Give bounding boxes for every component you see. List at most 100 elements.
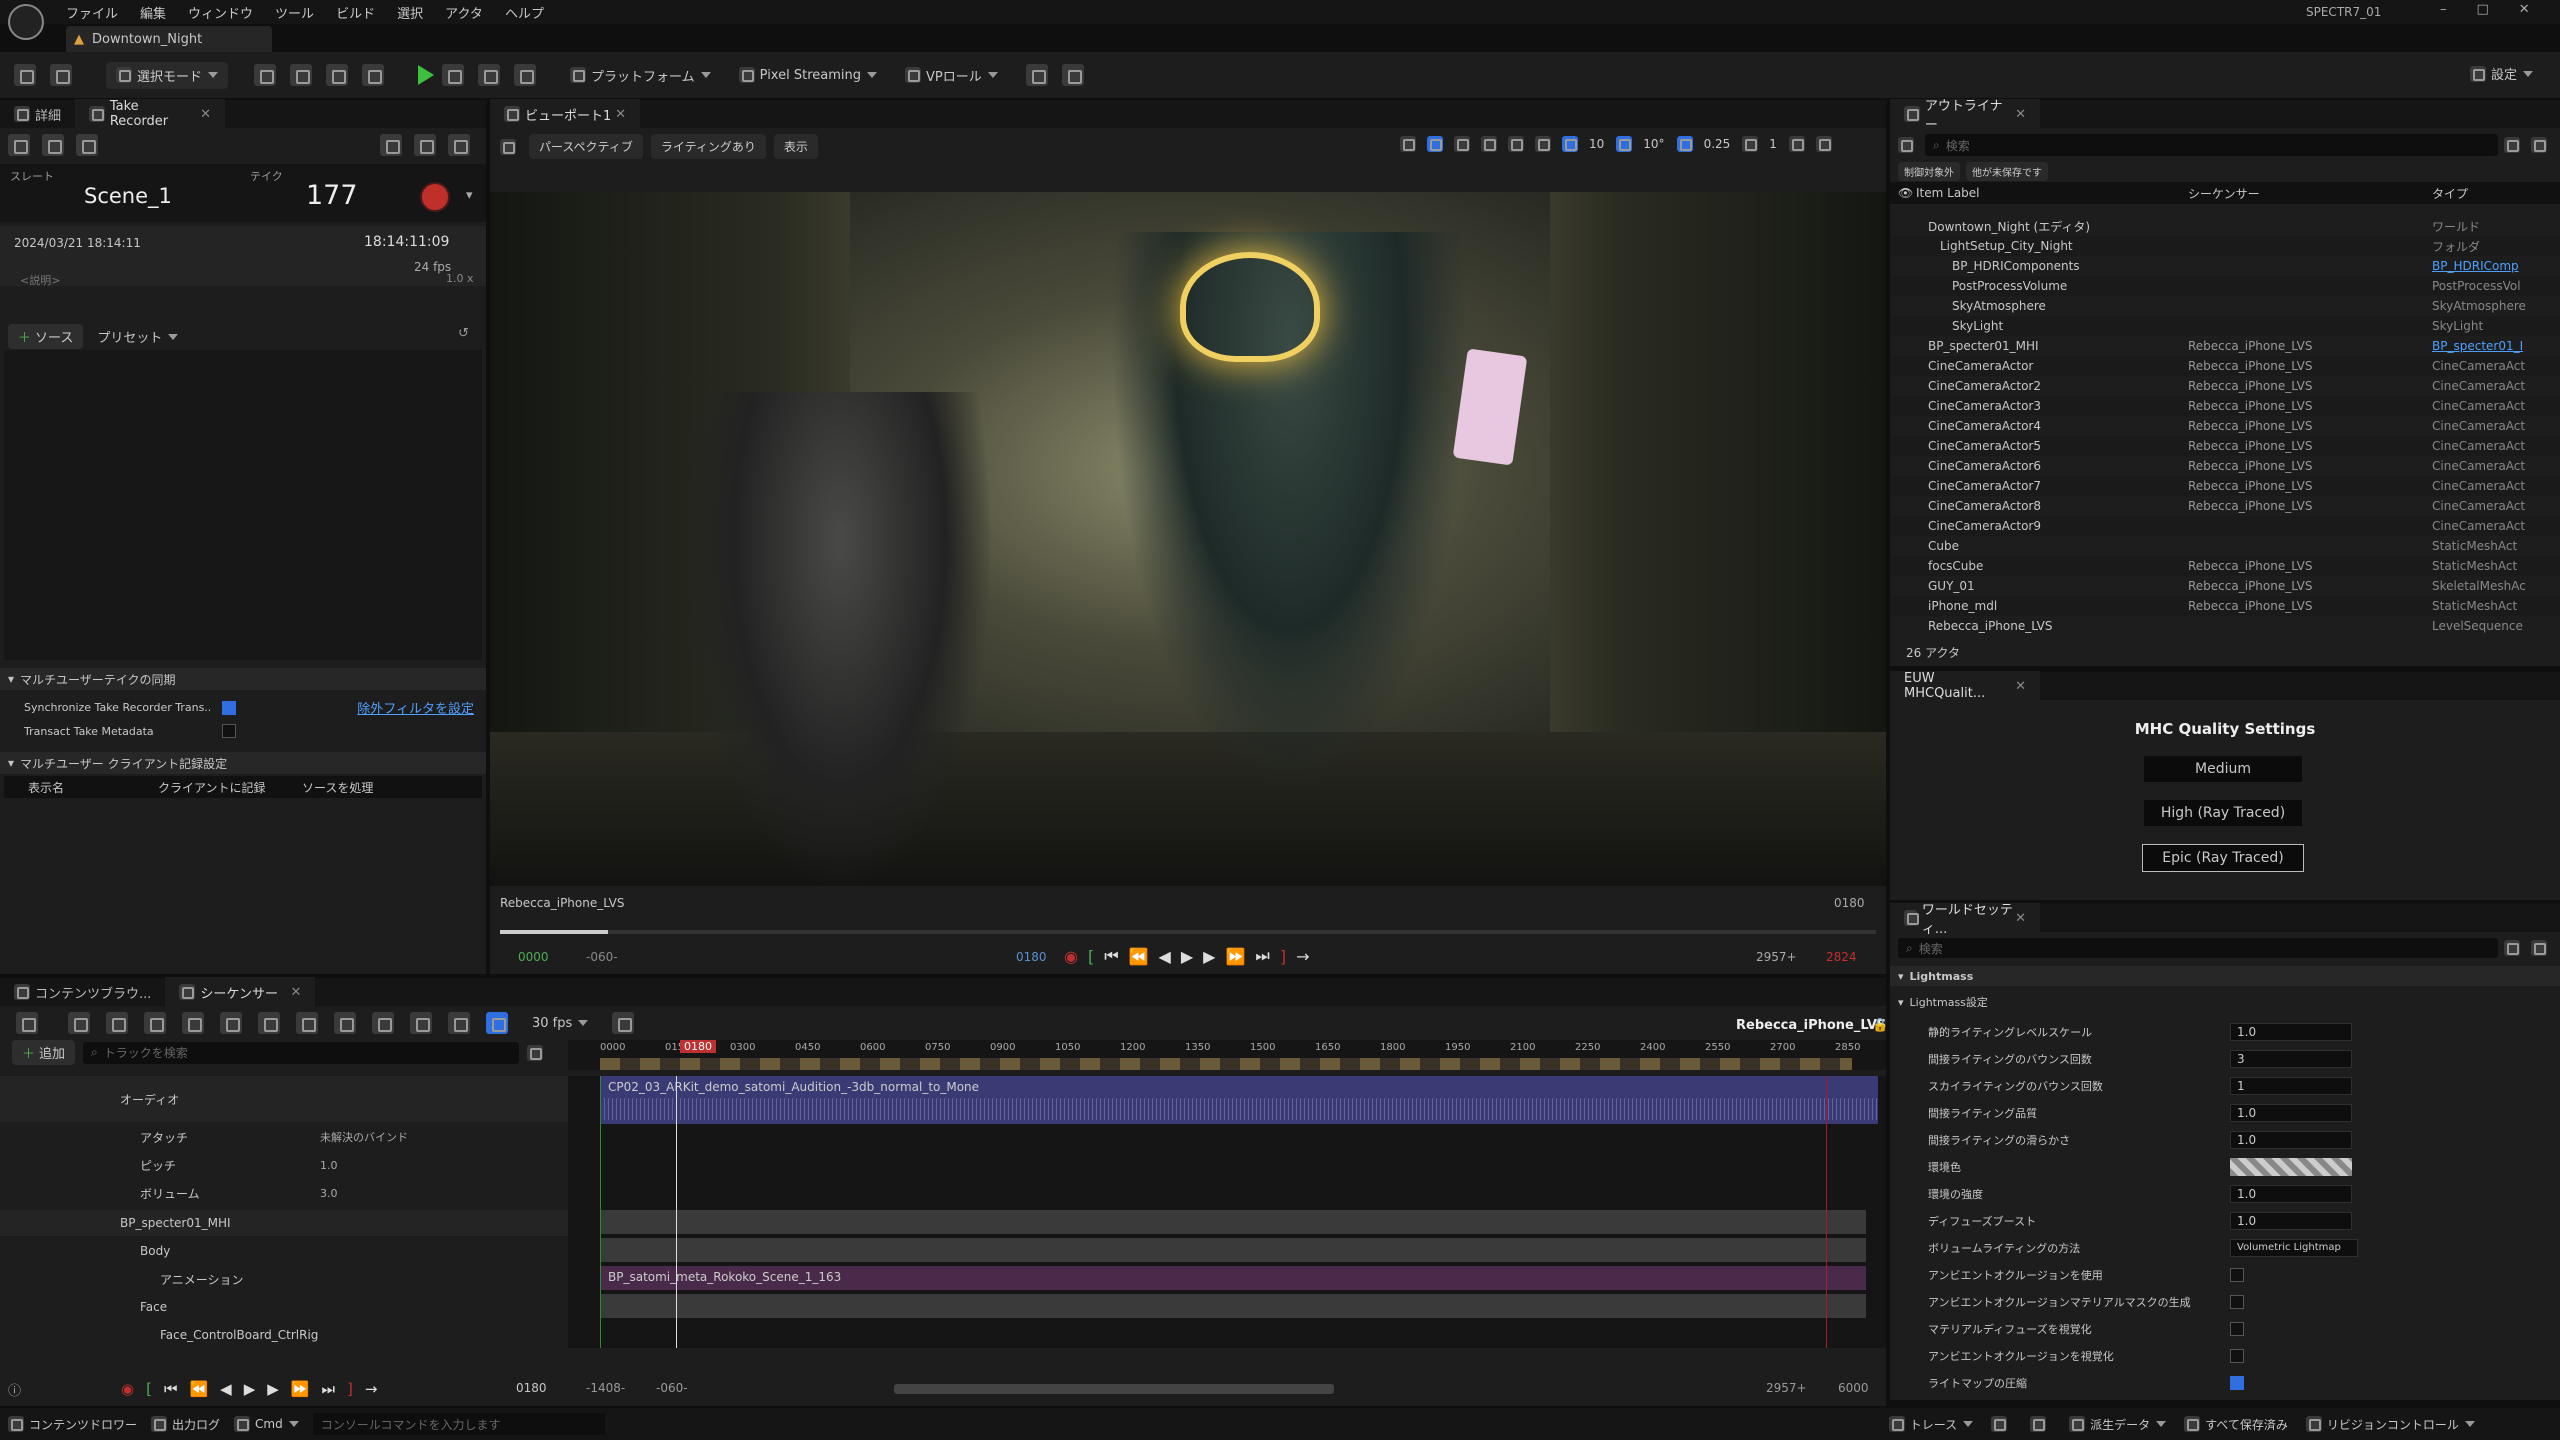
take-value[interactable]: 177 (306, 180, 358, 211)
col-process-source[interactable]: ソースを処理 (292, 779, 373, 796)
tab-details[interactable]: 詳細 (0, 99, 75, 129)
mhc-medium-button[interactable]: Medium (2144, 756, 2302, 782)
transact-checkbox[interactable] (222, 724, 236, 738)
timeline-ruler[interactable]: 0000 0150 0300 0450 0600 0750 0900 1050 1200 1350… (568, 1040, 1886, 1070)
outliner-row[interactable]: SkyAtmosphere SkyAtmosphere (1890, 296, 2560, 316)
col-record-client[interactable]: クライアントに記録 (148, 779, 292, 796)
outliner-row[interactable]: LightSetup_City_Night フォルダ (1890, 236, 2560, 256)
platform-dropdown[interactable]: プラットフォーム (570, 66, 711, 85)
camera-speed-value[interactable]: 1 (1769, 137, 1777, 151)
record-options-icon[interactable]: ▾ (466, 188, 473, 203)
scale-snap-icon[interactable] (1676, 136, 1693, 152)
timeline-area[interactable]: CP02_03_ARKit_demo_satomi_Audition_-3db_… (568, 1076, 1886, 1348)
step-icon[interactable] (442, 64, 465, 86)
reset-icon[interactable]: ↺ (458, 326, 469, 341)
grid-snap-icon[interactable] (1562, 136, 1578, 152)
outliner-row-type[interactable]: BP_specter01_I (2432, 339, 2556, 353)
preset-dropdown[interactable]: プリセット (97, 327, 179, 346)
curve-editor-icon[interactable] (612, 1012, 635, 1034)
console-input[interactable]: コンソールコマンドを入力します (312, 1413, 605, 1435)
pixel-streaming-dropdown[interactable]: Pixel Streaming (738, 67, 877, 83)
property-checkbox[interactable] (2230, 1294, 2244, 1309)
multi-user-sync-header[interactable]: ▾ マルチユーザーテイクの同期 (0, 668, 486, 690)
layout-icon[interactable] (1061, 64, 1084, 86)
property-value-field[interactable]: 1 (2230, 1076, 2352, 1095)
outliner-row[interactable]: focsCube Rebecca_iPhone_LVS StaticMeshAct (1890, 556, 2560, 576)
mhc-epic-button[interactable]: Epic (Ray Traced) (2142, 844, 2304, 872)
outliner-row[interactable]: CineCameraActor8 Rebecca_iPhone_LVS CineCa… (1890, 496, 2560, 516)
property-checkbox[interactable] (2230, 1321, 2244, 1336)
close-icon[interactable]: ✕ (2015, 911, 2026, 926)
menu-item-2[interactable]: ウィンドウ (188, 3, 253, 22)
lightmass-section[interactable]: ▾ Lightmass (1890, 966, 2560, 986)
scene-render[interactable] (490, 192, 1886, 886)
select-tool-icon[interactable] (1400, 136, 1416, 152)
track-row[interactable]: Face (0, 1294, 568, 1320)
menu-item-0[interactable]: ファイル (66, 3, 118, 22)
show-button[interactable]: 表示 (773, 134, 818, 159)
col-display-name[interactable]: 表示名 (4, 779, 148, 796)
skip-start-icon[interactable]: ⏮ (164, 1380, 178, 1398)
outliner-row[interactable]: Rebecca_iPhone_LVS LevelSequence (1890, 616, 2560, 636)
menu-item-3[interactable]: ツール (275, 3, 314, 22)
prev-frame-icon[interactable]: ◀ (220, 1380, 232, 1398)
mark-in-icon[interactable]: [ (1088, 947, 1094, 966)
property-value-field[interactable]: 1.0 (2230, 1022, 2352, 1041)
visibility-icon[interactable]: 👁 (1890, 186, 1916, 200)
auto-key-icon[interactable] (410, 1012, 432, 1034)
step-forward-icon[interactable]: ⏩ (1225, 947, 1245, 966)
settings-button[interactable]: 設定 (2470, 64, 2534, 83)
skip-end-icon[interactable]: ⏭ (322, 1380, 336, 1398)
angle-snap-icon[interactable] (1616, 136, 1633, 152)
close-icon[interactable]: ✕ (200, 107, 211, 122)
grid-value[interactable]: 10 (1589, 137, 1604, 151)
property-checkbox[interactable] (2230, 1375, 2244, 1390)
tab-viewport1[interactable]: ビューポート1 ✕ (490, 99, 640, 129)
save-all-button[interactable]: すべて保存済み (2184, 1416, 2288, 1433)
step-forward-icon[interactable]: ⏩ (291, 1380, 310, 1398)
tab-take-recorder[interactable]: Take Recorder ✕ (75, 99, 226, 129)
track-row[interactable]: Body (0, 1238, 568, 1264)
track-value[interactable]: 未解決のバインド (320, 1129, 408, 1145)
close-icon[interactable]: ✕ (615, 107, 626, 122)
record-icon[interactable]: ◉ (1064, 947, 1078, 966)
outliner-row[interactable]: GUY_01 Rebecca_iPhone_LVS SkeletalMeshAc (1890, 576, 2560, 596)
cmd-dropdown[interactable]: Cmd (234, 1416, 299, 1432)
camera-speed-icon[interactable] (1742, 136, 1759, 152)
tab-content-browser[interactable]: コンテンツブラウ... (0, 977, 165, 1007)
outliner-row[interactable]: CineCameraActor4 Rebecca_iPhone_LVS CineCa… (1890, 416, 2560, 436)
add-folder-icon[interactable] (2504, 137, 2520, 153)
render-icon[interactable] (144, 1012, 166, 1034)
work-start[interactable]: -060- (656, 1381, 688, 1395)
track-row[interactable]: BP_specter01_MHI (0, 1210, 568, 1236)
scale-tool-icon[interactable] (1481, 136, 1497, 152)
outliner-row[interactable]: BP_HDRIComponents BP_HDRIComp (1890, 256, 2560, 276)
cinematics-icon[interactable] (326, 64, 349, 86)
close-icon[interactable]: ✕ (291, 985, 302, 1000)
vp-roles-dropdown[interactable]: VPロール (904, 66, 998, 85)
tab-world-settings[interactable]: ワールドセッティ... ✕ (1890, 903, 2040, 937)
settings-icon[interactable] (2531, 940, 2547, 956)
viewport-scrubber[interactable] (500, 930, 1876, 934)
lightmass-subsection[interactable]: ▾ Lightmass設定 (1890, 992, 2560, 1012)
menu-item-6[interactable]: アクタ (445, 3, 483, 22)
animation-clip[interactable]: BP_satomi_meta_Rokoko_Scene_1_163 (600, 1266, 1866, 1290)
loop-icon[interactable]: → (1296, 947, 1309, 966)
outliner-row[interactable]: CineCameraActor6 Rebecca_iPhone_LVS CineCa… (1890, 456, 2560, 476)
client-settings-header[interactable]: ▾ マルチユーザー クライアント記録設定 (0, 752, 486, 774)
outliner-row-type[interactable]: BP_HDRIComp (2432, 259, 2556, 273)
step-back-icon[interactable]: ⏪ (1129, 947, 1149, 966)
track-value[interactable]: 1.0 (320, 1159, 338, 1172)
property-value-field[interactable]: 3 (2230, 1049, 2352, 1068)
audio-clip[interactable]: CP02_03_ARKit_demo_satomi_Audition_-3db_… (600, 1076, 1878, 1124)
tab-mhc[interactable]: EUW MHCQualit... ✕ (1890, 671, 2040, 701)
sync-checkbox[interactable] (222, 700, 236, 715)
angle-value[interactable]: 10° (1643, 137, 1664, 151)
surface-snap-icon[interactable] (1535, 136, 1551, 152)
property-value-field[interactable]: 1.0 (2230, 1211, 2352, 1230)
outliner-row[interactable]: CineCameraActor Rebecca_iPhone_LVS CineCam… (1890, 356, 2560, 376)
new-take-icon[interactable] (8, 134, 30, 156)
record-button[interactable] (420, 182, 450, 212)
next-frame-icon[interactable]: ▶ (267, 1380, 279, 1398)
menu-item-4[interactable]: ビルド (336, 3, 375, 22)
